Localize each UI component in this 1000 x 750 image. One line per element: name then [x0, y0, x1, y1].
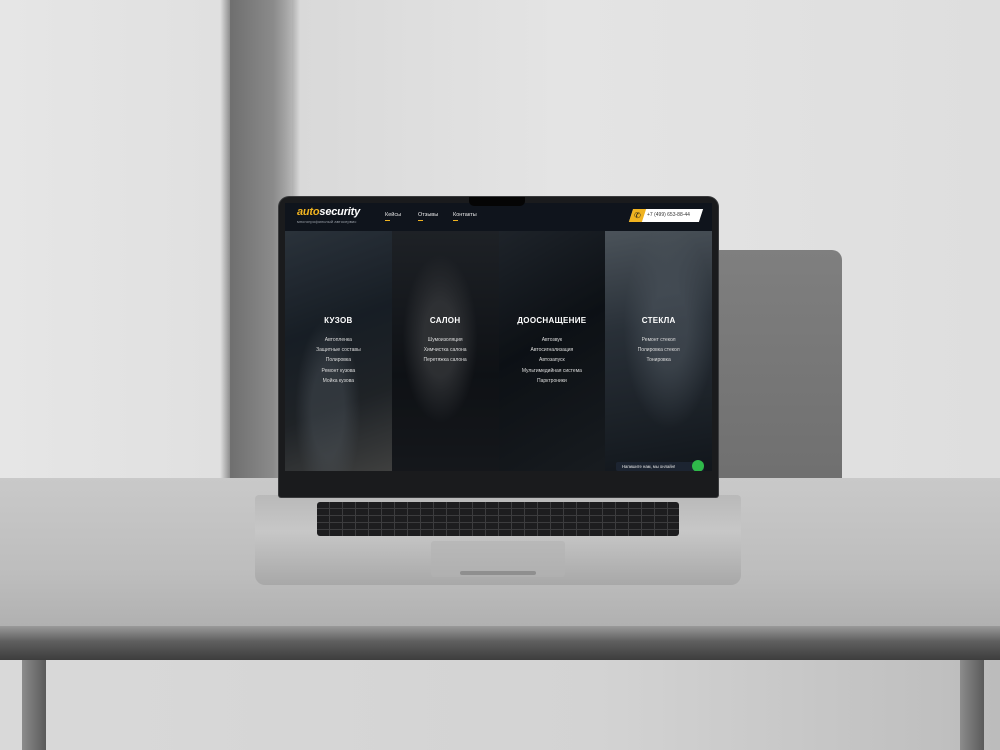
service-link[interactable]: Перетяжка салона: [392, 355, 499, 365]
service-link[interactable]: Мультимедийная система: [499, 366, 606, 376]
nav-link-reviews[interactable]: Отзывы: [418, 212, 438, 221]
back-panel: [712, 250, 842, 490]
service-column-body[interactable]: КУЗОВ Автопленка Защитные составы Полиро…: [285, 231, 392, 471]
service-link[interactable]: Химчистка салона: [392, 345, 499, 355]
service-column-equipment[interactable]: ДООСНАЩЕНИЕ Автозвук Автосигнализация Ав…: [498, 231, 606, 471]
logo-part-auto: auto: [297, 206, 320, 218]
chat-widget[interactable]: Напишите нам, мы онлайн!: [616, 462, 704, 471]
under-shelf: [0, 660, 1000, 750]
service-link[interactable]: Шумоизоляция: [392, 335, 499, 345]
services-columns: КУЗОВ Автопленка Защитные составы Полиро…: [285, 231, 712, 471]
service-link[interactable]: Полировка: [285, 355, 392, 365]
service-link[interactable]: Автопленка: [285, 335, 392, 345]
laptop-base: [255, 495, 741, 585]
camera-notch: [469, 197, 525, 206]
keyboard: [317, 502, 679, 536]
shelf-edge: [0, 626, 1000, 660]
base-lip: [460, 571, 536, 575]
phone-icon[interactable]: ✆: [628, 209, 647, 222]
service-link[interactable]: Защитные составы: [285, 345, 392, 355]
phone-number[interactable]: +7 (499) 653-88-44: [647, 212, 690, 218]
shelf-leg-right: [960, 660, 984, 750]
service-link[interactable]: Тонировка: [605, 355, 712, 365]
site-header: autosecurity многопрофильный автосервис …: [285, 203, 712, 231]
service-link[interactable]: Автозапуск: [499, 355, 606, 365]
service-link[interactable]: Автосигнализация: [499, 345, 606, 355]
column-title: СТЕКЛА: [641, 316, 676, 325]
column-title: КУЗОВ: [324, 316, 353, 325]
service-column-interior[interactable]: САЛОН Шумоизоляция Химчистка салона Пере…: [391, 231, 499, 471]
chat-online-icon[interactable]: [692, 460, 704, 471]
shelf-leg-left: [22, 660, 46, 750]
nav-link-contacts[interactable]: Контакты: [453, 212, 477, 221]
logo-part-security: security: [319, 206, 361, 218]
service-list: Автопленка Защитные составы Полировка Ре…: [285, 335, 392, 386]
service-list: Ремонт стекол Полировка стекол Тонировка: [605, 335, 712, 366]
nav-link-cases[interactable]: Кейсы: [385, 212, 401, 221]
service-link[interactable]: Парктроники: [499, 376, 606, 386]
service-link[interactable]: Автозвук: [499, 335, 606, 345]
site-tagline: многопрофильный автосервис: [297, 219, 357, 224]
service-list: Автозвук Автосигнализация Автозапуск Мул…: [499, 335, 606, 386]
service-link[interactable]: Полировка стекол: [605, 345, 712, 355]
service-list: Шумоизоляция Химчистка салона Перетяжка …: [392, 335, 499, 366]
column-title: САЛОН: [429, 316, 461, 325]
service-column-glass[interactable]: СТЕКЛА Ремонт стекол Полировка стекол То…: [605, 231, 712, 471]
site-logo[interactable]: autosecurity: [297, 206, 360, 218]
laptop-lid: autosecurity многопрофильный автосервис …: [279, 197, 718, 497]
column-title: ДООСНАЩЕНИЕ: [517, 316, 587, 325]
service-link[interactable]: Ремонт стекол: [605, 335, 712, 345]
service-link[interactable]: Мойка кузова: [285, 376, 392, 386]
service-link[interactable]: Ремонт кузова: [285, 366, 392, 376]
website-screen: autosecurity многопрофильный автосервис …: [285, 203, 712, 471]
